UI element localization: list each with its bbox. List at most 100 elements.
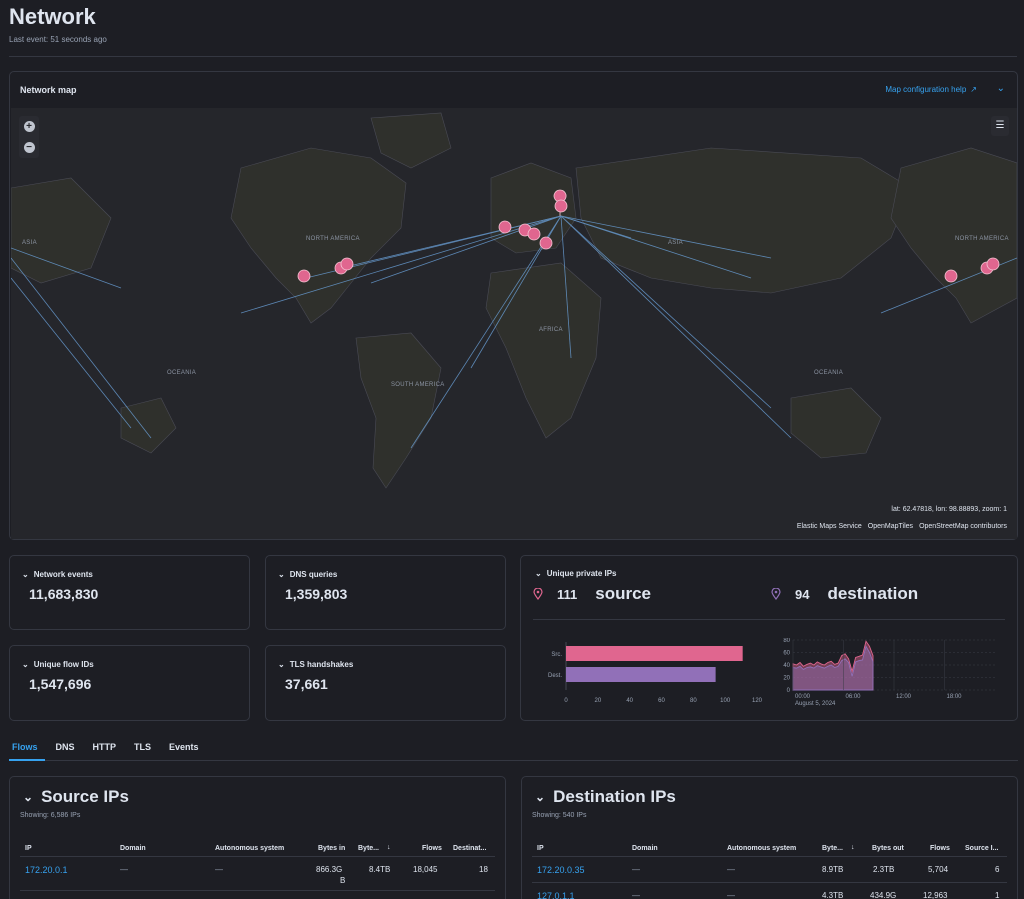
row-flows: 5,704 — [928, 865, 949, 874]
continent-label: SOUTH AMERICA — [391, 382, 445, 388]
sort-down-icon[interactable]: ↓ — [851, 844, 855, 851]
continent-label: OCEANIA — [814, 370, 844, 376]
chevron-down-icon[interactable]: ⌄ — [535, 569, 542, 578]
y-tick-label: 80 — [783, 638, 790, 644]
row-as: — — [727, 865, 735, 874]
sort-down-icon[interactable]: ↓ — [387, 844, 391, 851]
x-tick-label: 00:00 — [795, 694, 811, 700]
chevron-down-icon[interactable]: ⌄ — [22, 660, 29, 669]
stat-value: 37,661 — [285, 676, 328, 692]
col-as[interactable]: Autonomous system — [215, 845, 284, 852]
attribution-link[interactable]: Elastic Maps Service — [797, 523, 862, 530]
table-header: IP Domain Autonomous system Bytes in Byt… — [20, 841, 495, 857]
stat-label: Network events — [33, 570, 93, 579]
tab-dns[interactable]: DNS — [53, 739, 82, 761]
col-as[interactable]: Autonomous system — [727, 845, 796, 852]
x-tick-label: 60 — [658, 698, 665, 704]
zoom-out-icon[interactable]: − — [23, 142, 35, 153]
chevron-down-icon[interactable]: ⌄ — [23, 790, 33, 804]
layers-icon[interactable]: ☰ — [991, 116, 1009, 136]
col-flows[interactable]: Flows — [930, 845, 950, 852]
row-bytes-out: 8.4TB — [369, 865, 391, 874]
col-flows[interactable]: Flows — [422, 845, 442, 852]
last-event-text: Last event: 51 seconds ago — [9, 35, 107, 44]
source-ips-title: Source IPs — [41, 787, 129, 806]
row-ip[interactable]: 172.20.0.1 — [25, 865, 68, 875]
attribution-link[interactable]: OpenMapTiles — [868, 523, 913, 530]
header-divider — [9, 56, 1017, 57]
map-pin — [527, 227, 541, 241]
col-destinations[interactable]: Destinat... — [453, 845, 486, 852]
col-domain[interactable]: Domain — [120, 845, 146, 852]
stat-unique-flow-ids: ⌄ Unique flow IDs 1,547,696 — [9, 645, 250, 721]
x-tick-label: 20 — [594, 698, 601, 704]
bar-dest — [566, 667, 716, 682]
source-ip-count: 111 — [557, 586, 578, 602]
col-domain[interactable]: Domain — [632, 845, 658, 852]
tab-tls[interactable]: TLS — [131, 739, 158, 761]
chevron-down-icon[interactable]: ⌄ — [535, 790, 545, 804]
x-tick-label: 06:00 — [846, 694, 862, 700]
land-asia — [575, 147, 912, 294]
map-help-link[interactable]: Map configuration help ↗ — [885, 85, 977, 94]
col-source-ips[interactable]: Source I... — [965, 845, 998, 852]
map-help-label: Map configuration help — [885, 85, 967, 94]
source-ips-panel: ⌄ Source IPs Showing: 6,586 IPs IP Domain… — [9, 776, 506, 899]
world-map — [11, 112, 1017, 489]
row-as: — — [727, 891, 735, 899]
map-pin-icon — [771, 588, 781, 600]
map-canvas[interactable]: NORTH AMERICA ASIA OCEANIA SOUTH AMERICA… — [11, 108, 1017, 539]
table-header: IP Domain Autonomous system Byte... ↓ By… — [532, 841, 1007, 857]
row-bytes-in: 8.9TB — [822, 865, 844, 874]
map-pin — [554, 199, 568, 213]
map-pin — [986, 257, 1000, 271]
row-source-ips: 1 — [995, 891, 1000, 899]
map-pin — [539, 236, 553, 250]
tab-http[interactable]: HTTP — [90, 739, 124, 761]
land-australia — [790, 387, 882, 459]
row-flows: 18,045 — [413, 865, 438, 874]
stat-label: DNS queries — [289, 570, 338, 579]
stat-value: 1,359,803 — [285, 586, 348, 602]
continent-label: OCEANIA — [167, 370, 197, 376]
x-tick-label: 40 — [626, 698, 633, 704]
row-bytes-in: 866.3G — [316, 865, 343, 874]
attribution-link[interactable]: OpenStreetMap contributors — [919, 523, 1007, 530]
ips-bar-chart: Src. Dest. 0 20 40 60 80 100 120 — [548, 642, 763, 704]
flow-line — [11, 257, 152, 439]
chevron-down-icon[interactable]: ⌄ — [278, 660, 285, 669]
row-ip[interactable]: 172.20.0.35 — [537, 865, 585, 875]
stat-value: 1,547,696 — [29, 676, 92, 692]
row-domain: — — [632, 865, 640, 874]
continent-label: NORTH AMERICA — [306, 236, 360, 242]
col-bytes-out[interactable]: Bytes out — [872, 845, 904, 852]
row-bytes-out: 2.3TB — [873, 865, 895, 874]
x-tick-label: 100 — [720, 698, 731, 704]
chevron-down-icon[interactable]: ⌄ — [278, 570, 285, 579]
stat-network-events: ⌄ Network events 11,683,830 — [9, 555, 250, 630]
bar-category-label: Dest. — [548, 673, 562, 679]
zoom-in-icon[interactable]: + — [23, 121, 35, 132]
map-pin-icon — [533, 588, 543, 600]
land-south-america — [355, 332, 442, 489]
map-attribution: Elastic Maps Service OpenMapTiles OpenSt… — [797, 523, 1007, 530]
ips-divider — [533, 619, 1005, 620]
row-domain: — — [120, 865, 128, 874]
chevron-down-icon[interactable]: ⌄ — [997, 83, 1005, 94]
chevron-down-icon[interactable]: ⌄ — [22, 570, 29, 579]
destination-ips-panel: ⌄ Destination IPs Showing: 540 IPs IP Dom… — [521, 776, 1018, 899]
stat-tls-handshakes: ⌄ TLS handshakes 37,661 — [265, 645, 506, 721]
col-ip[interactable]: IP — [537, 845, 544, 852]
tab-events[interactable]: Events — [166, 739, 206, 761]
col-bytes-out[interactable]: Byte... — [358, 845, 379, 852]
network-map-panel: Network map Map configuration help ↗ ⌄ N… — [9, 71, 1018, 540]
tab-flows[interactable]: Flows — [9, 739, 45, 761]
col-ip[interactable]: IP — [25, 845, 32, 852]
unique-private-ips-panel: ⌄ Unique private IPs 111 source 94 destin… — [520, 555, 1018, 721]
row-ip[interactable]: 127.0.1.1 — [537, 891, 575, 899]
x-tick-label: 80 — [690, 698, 697, 704]
col-bytes-in[interactable]: Byte... — [822, 845, 843, 852]
tab-bar: Flows DNS HTTP TLS Events — [9, 739, 1018, 761]
col-bytes-in[interactable]: Bytes in — [318, 845, 345, 852]
source-label: source — [595, 584, 652, 603]
